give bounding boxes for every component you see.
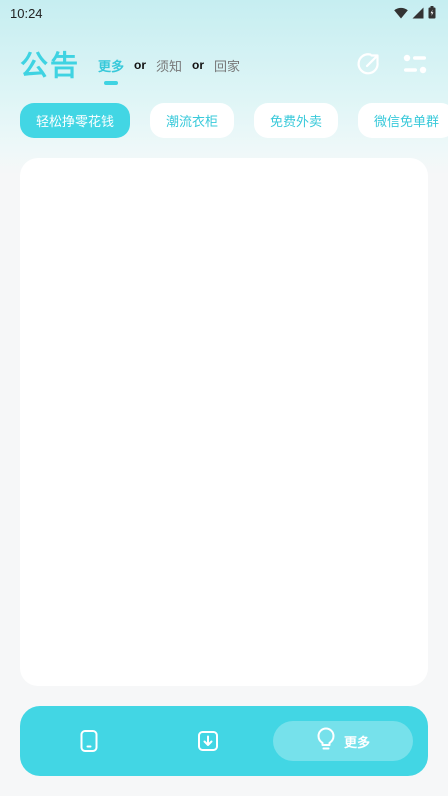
content-card: [20, 158, 428, 686]
share-icon[interactable]: [356, 51, 382, 77]
cellular-signal-icon: [412, 4, 424, 23]
header-tabs: 更多 or 须知 or 回家: [98, 56, 240, 85]
header: 公告 更多 or 须知 or 回家: [20, 42, 430, 86]
chip-wechat-group[interactable]: 微信免单群: [358, 103, 448, 138]
more-button[interactable]: 更多: [273, 721, 413, 761]
tab-notice[interactable]: 须知: [156, 56, 182, 75]
more-button-label: 更多: [343, 735, 370, 751]
chip-fashion-closet[interactable]: 潮流衣柜: [150, 103, 235, 138]
active-tab-indicator: [104, 80, 119, 85]
download-icon[interactable]: [195, 728, 221, 754]
page-title: 公告: [20, 49, 81, 82]
lightbulb-icon: [316, 727, 336, 755]
header-actions: [356, 51, 428, 77]
settings-sliders-icon[interactable]: [402, 51, 428, 77]
tab-home[interactable]: 回家: [214, 56, 240, 75]
chip-pocket-money[interactable]: 轻松挣零花钱: [20, 103, 131, 138]
tab-separator: or: [192, 58, 205, 72]
category-chips: 轻松挣零花钱 潮流衣柜 免费外卖 微信免单群: [20, 103, 448, 139]
tab-more[interactable]: 更多: [98, 56, 125, 85]
status-bar: 10:24: [0, 0, 448, 26]
phone-icon[interactable]: [76, 728, 102, 754]
battery-icon: [428, 4, 436, 23]
chip-free-takeout[interactable]: 免费外卖: [254, 103, 339, 138]
header-background: [0, 0, 448, 175]
status-time: 10:24: [10, 5, 43, 21]
status-icons: [394, 4, 436, 23]
tab-label: 更多: [98, 59, 125, 75]
bottom-nav: 更多: [20, 706, 428, 776]
wifi-icon: [394, 4, 408, 23]
tab-separator: or: [134, 58, 147, 72]
